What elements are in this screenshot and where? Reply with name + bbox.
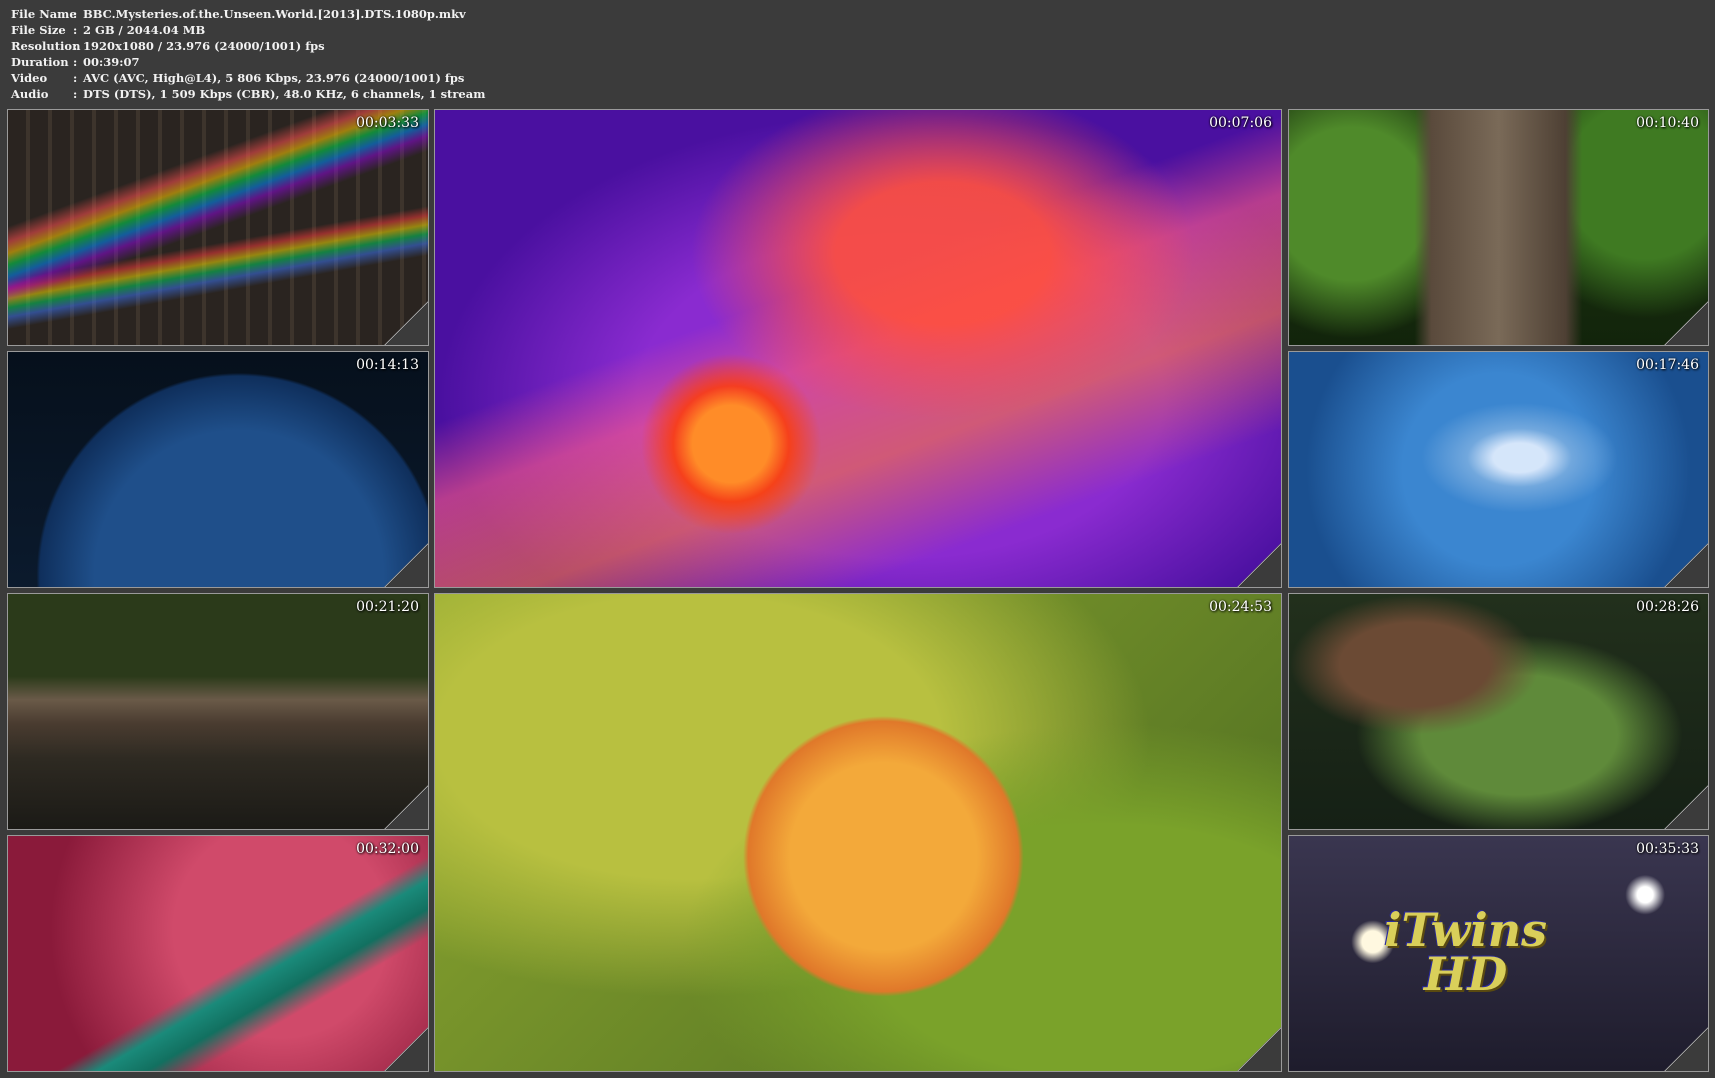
video-label: Video xyxy=(11,71,48,85)
thumbnail-image xyxy=(435,110,1281,587)
thumbnail-6[interactable]: 00:21:20 xyxy=(7,593,429,830)
corner-line xyxy=(1663,1026,1708,1071)
watermark-line1: iTwins xyxy=(1384,903,1548,957)
audio-value: DTS (DTS), 1 509 Kbps (CBR), 48.0 KHz, 6… xyxy=(83,87,486,101)
thumbnail-5[interactable]: 00:17:46 xyxy=(1288,351,1709,588)
watermark-logo: iTwins HD xyxy=(1384,903,1548,1001)
video-row: Video : AVC (AVC, High@L4), 5 806 Kbps, … xyxy=(11,70,485,86)
thumbnail-image xyxy=(8,352,428,587)
thumbnail-10[interactable]: iTwins HD 00:35:33 xyxy=(1288,835,1709,1072)
timestamp: 00:28:26 xyxy=(1636,599,1699,615)
corner-line xyxy=(1236,542,1281,587)
duration-value: 00:39:07 xyxy=(83,55,140,69)
timestamp: 00:07:06 xyxy=(1209,115,1272,131)
thumbnail-image xyxy=(8,594,428,829)
resolution-label: Resolution xyxy=(11,39,81,53)
corner-line xyxy=(383,300,428,345)
timestamp: 00:10:40 xyxy=(1636,115,1699,131)
file-info-panel: File Name : BBC.Mysteries.of.the.Unseen.… xyxy=(11,6,485,102)
corner-line xyxy=(1663,542,1708,587)
thumbnail-9[interactable]: 00:32:00 xyxy=(7,835,429,1072)
thumbnail-1[interactable]: 00:03:33 xyxy=(7,109,429,346)
thumbnail-7[interactable]: 00:24:53 xyxy=(434,593,1282,1072)
corner-line xyxy=(1236,1026,1281,1071)
separator: : xyxy=(73,87,78,101)
resolution-value: 1920x1080 / 23.976 (24000/1001) fps xyxy=(83,39,325,53)
corner-line xyxy=(383,542,428,587)
watermark-line2: HD xyxy=(1423,947,1508,1001)
video-value: AVC (AVC, High@L4), 5 806 Kbps, 23.976 (… xyxy=(83,71,465,85)
separator: : xyxy=(73,55,78,69)
corner-line xyxy=(383,784,428,829)
thumbnail-8[interactable]: 00:28:26 xyxy=(1288,593,1709,830)
thumbnail-image xyxy=(1289,110,1708,345)
separator: : xyxy=(73,39,78,53)
thumbnail-image xyxy=(1289,594,1708,829)
timestamp: 00:14:13 xyxy=(356,357,419,373)
file-name-label: File Name xyxy=(11,7,77,21)
duration-row: Duration : 00:39:07 xyxy=(11,54,485,70)
thumbnail-3[interactable]: 00:10:40 xyxy=(1288,109,1709,346)
thumbnail-2[interactable]: 00:07:06 xyxy=(434,109,1282,588)
audio-row: Audio : DTS (DTS), 1 509 Kbps (CBR), 48.… xyxy=(11,86,485,102)
timestamp: 00:24:53 xyxy=(1209,599,1272,615)
timestamp: 00:17:46 xyxy=(1636,357,1699,373)
corner-line xyxy=(383,1026,428,1071)
separator: : xyxy=(73,7,78,21)
timestamp: 00:03:33 xyxy=(356,115,419,131)
timestamp: 00:32:00 xyxy=(356,841,419,857)
file-size-value: 2 GB / 2044.04 MB xyxy=(83,23,206,37)
separator: : xyxy=(73,71,78,85)
file-size-row: File Size : 2 GB / 2044.04 MB xyxy=(11,22,485,38)
file-name-value: BBC.Mysteries.of.the.Unseen.World.[2013]… xyxy=(83,7,466,21)
resolution-row: Resolution : 1920x1080 / 23.976 (24000/1… xyxy=(11,38,485,54)
file-name-row: File Name : BBC.Mysteries.of.the.Unseen.… xyxy=(11,6,485,22)
file-size-label: File Size xyxy=(11,23,66,37)
thumbnail-image xyxy=(8,836,428,1071)
timestamp: 00:21:20 xyxy=(356,599,419,615)
timestamp: 00:35:33 xyxy=(1636,841,1699,857)
separator: : xyxy=(73,23,78,37)
thumbnail-image xyxy=(435,594,1281,1071)
audio-label: Audio xyxy=(11,87,49,101)
thumbnail-image xyxy=(8,110,428,345)
thumbnail-4[interactable]: 00:14:13 xyxy=(7,351,429,588)
thumbnail-image xyxy=(1289,352,1708,587)
duration-label: Duration xyxy=(11,55,69,69)
corner-line xyxy=(1663,300,1708,345)
corner-line xyxy=(1663,784,1708,829)
